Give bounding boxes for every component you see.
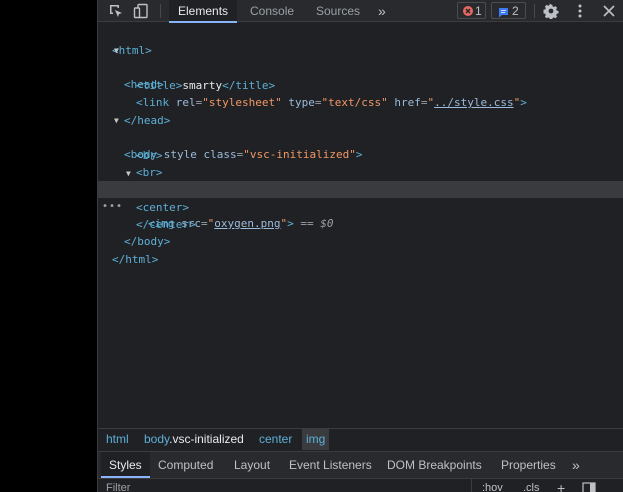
message-count: 2 (512, 4, 519, 18)
more-tabs-icon[interactable]: » (572, 452, 580, 478)
hov-toggle[interactable]: :hov (482, 482, 503, 492)
dom-node-br[interactable]: <br> (98, 147, 623, 179)
styles-filter-bar: Filter :hov .cls + (98, 478, 623, 492)
dom-node-head[interactable]: ▼ <head> (98, 42, 623, 91)
tab-layout[interactable]: Layout (234, 452, 270, 478)
expand-triangle-icon[interactable]: ▼ (114, 42, 119, 59)
devtools-panel: Elements Console Sources » 1 2 <html> ▼ … (97, 0, 623, 492)
tab-elements[interactable]: Elements (169, 0, 238, 23)
dom-tree: <html> ▼ <head> <title>smarty</title> <l… (98, 23, 623, 428)
dom-node-br[interactable]: <br> (98, 130, 623, 162)
error-count: 1 (475, 4, 482, 18)
breadcrumb-center[interactable]: center (255, 429, 296, 450)
tab-sources[interactable]: Sources (316, 0, 360, 22)
device-toolbar-icon[interactable] (133, 3, 149, 19)
dom-node-body[interactable]: ▼ <body style class="vsc-initialized"> (98, 112, 623, 161)
tab-properties[interactable]: Properties (501, 452, 556, 478)
message-badge[interactable]: 2 (491, 2, 526, 19)
error-badge[interactable]: 1 (457, 2, 486, 19)
dom-node-center[interactable]: ▼ <center> (98, 165, 623, 214)
toolbar-separator (534, 4, 535, 18)
gear-icon[interactable] (543, 3, 559, 20)
message-icon (498, 6, 509, 23)
sidebar-pane-tabs: Styles Computed Layout Event Listeners D… (98, 451, 623, 478)
breadcrumb: html body.vsc-initialized center img (98, 428, 623, 450)
dom-node-title[interactable]: <title>smarty</title> (98, 60, 623, 92)
html-close-tag: </html> (112, 253, 159, 266)
tab-computed[interactable]: Computed (158, 452, 213, 478)
close-icon[interactable] (601, 3, 617, 19)
add-rule-icon[interactable]: + (557, 481, 565, 492)
breadcrumb-body[interactable]: body.vsc-initialized (140, 429, 248, 450)
breadcrumb-html[interactable]: html (102, 429, 133, 450)
tab-dom-breakpoints[interactable]: DOM Breakpoints (387, 452, 482, 478)
expand-triangle-icon[interactable]: ▼ (126, 165, 131, 182)
toolbar-separator (160, 4, 161, 18)
breadcrumb-img[interactable]: img (302, 429, 330, 450)
computed-sidebar-toggle-icon[interactable] (582, 482, 596, 492)
dom-node-body-close[interactable]: </body> (98, 216, 623, 248)
tab-console[interactable]: Console (250, 0, 294, 22)
inspect-icon[interactable] (108, 3, 124, 19)
styles-filter-input[interactable]: Filter (106, 482, 130, 492)
tab-event-listeners[interactable]: Event Listeners (289, 452, 372, 478)
dom-node-link[interactable]: <link rel="stylesheet" type="text/css" h… (98, 77, 623, 109)
error-icon (463, 6, 473, 16)
more-tabs-icon[interactable]: » (378, 0, 386, 22)
dom-node-img-selected[interactable]: ••• <img src="oxygen.png"> == $0 (98, 181, 623, 230)
dom-node-html-close[interactable]: </html> (98, 234, 623, 266)
cls-toggle[interactable]: .cls (523, 482, 540, 492)
dom-node-center-close[interactable]: </center> (98, 199, 623, 231)
dom-node-head-close[interactable]: </head> (98, 95, 623, 127)
expand-triangle-icon[interactable]: ▼ (114, 112, 119, 129)
filter-separator (471, 479, 472, 492)
tab-styles[interactable]: Styles (101, 452, 150, 478)
dom-node-html[interactable]: <html> (98, 25, 623, 57)
kebab-menu-icon[interactable] (572, 3, 588, 19)
devtools-toolbar: Elements Console Sources » 1 2 (98, 0, 623, 23)
